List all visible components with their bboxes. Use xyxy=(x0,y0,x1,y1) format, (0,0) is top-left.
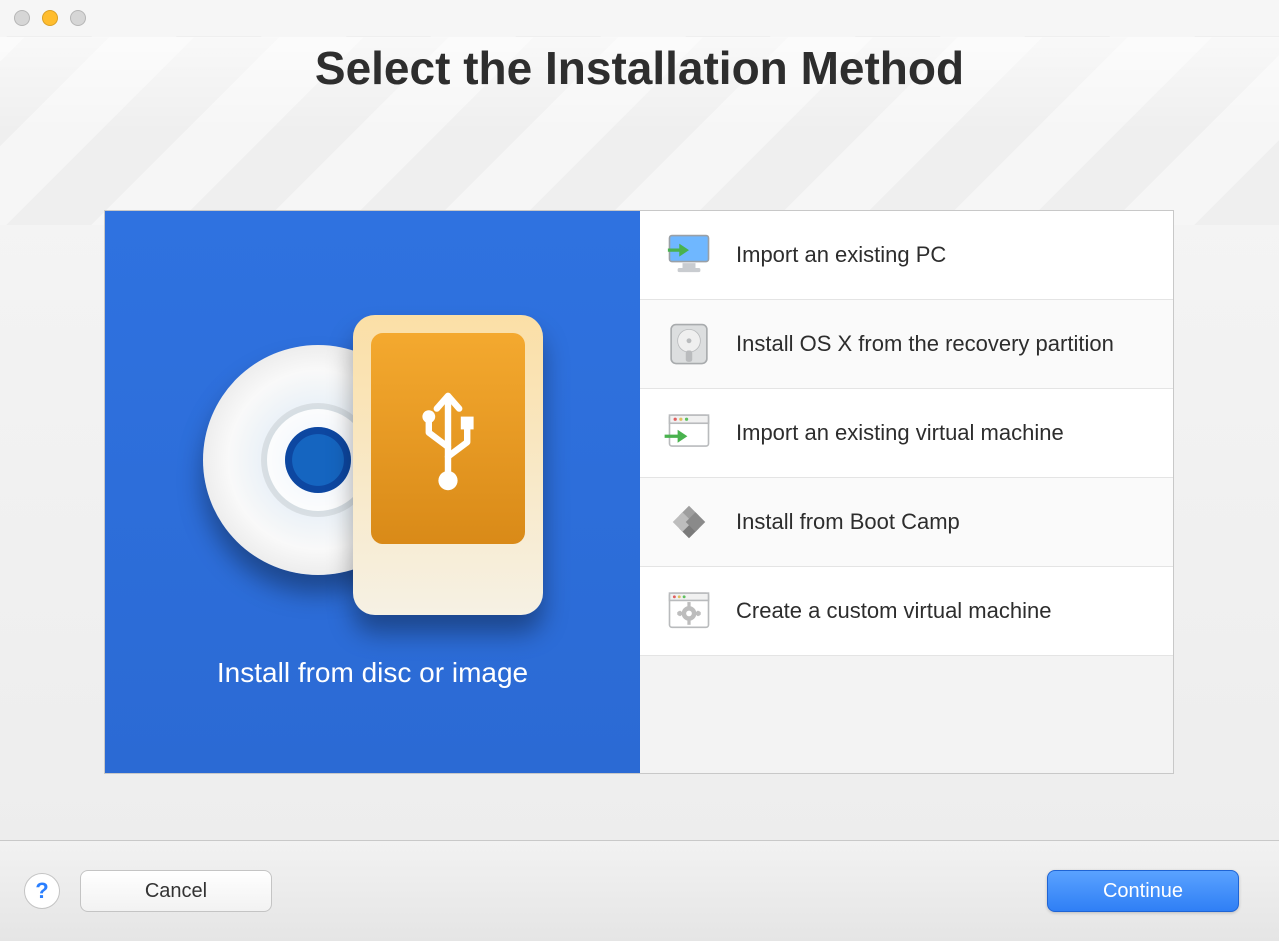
method-option-label: Create a custom virtual machine xyxy=(736,597,1153,625)
window-import-icon xyxy=(660,404,718,462)
footer-bar: ? Cancel Continue xyxy=(0,840,1279,941)
hard-disk-icon xyxy=(660,315,718,373)
usb-icon xyxy=(408,379,488,499)
method-list: Import an existing PC Install OS X from … xyxy=(640,211,1173,773)
method-option-label: Import an existing virtual machine xyxy=(736,419,1153,447)
method-option-import-vm[interactable]: Import an existing virtual machine xyxy=(640,389,1173,478)
gear-window-icon xyxy=(660,582,718,640)
cancel-button[interactable]: Cancel xyxy=(80,870,272,912)
header-strip: Select the Installation Method xyxy=(0,36,1279,225)
continue-button[interactable]: Continue xyxy=(1047,870,1239,912)
method-option-recovery-partition[interactable]: Install OS X from the recovery partition xyxy=(640,300,1173,389)
method-list-spacer xyxy=(640,656,1173,773)
page-title: Select the Installation Method xyxy=(0,41,1279,95)
disc-and-usb-drive-icon xyxy=(193,305,553,625)
method-option-label: Install from Boot Camp xyxy=(736,508,1153,536)
method-option-label: Import an existing PC xyxy=(736,241,1153,269)
window-minimize-button[interactable] xyxy=(42,10,58,26)
monitor-import-icon xyxy=(660,226,718,284)
method-option-bootcamp[interactable]: Install from Boot Camp xyxy=(640,478,1173,567)
help-button[interactable]: ? xyxy=(24,873,60,909)
method-option-custom-vm[interactable]: Create a custom virtual machine xyxy=(640,567,1173,656)
selected-method-label: Install from disc or image xyxy=(217,657,528,689)
installation-method-card: Install from disc or image Import an exi… xyxy=(104,210,1174,774)
window-zoom-button[interactable] xyxy=(70,10,86,26)
window-titlebar xyxy=(0,0,1279,36)
window-close-button[interactable] xyxy=(14,10,30,26)
method-option-label: Install OS X from the recovery partition xyxy=(736,330,1153,358)
bootcamp-diamonds-icon xyxy=(660,493,718,551)
method-option-import-pc[interactable]: Import an existing PC xyxy=(640,211,1173,300)
selected-method-panel[interactable]: Install from disc or image xyxy=(105,211,640,773)
